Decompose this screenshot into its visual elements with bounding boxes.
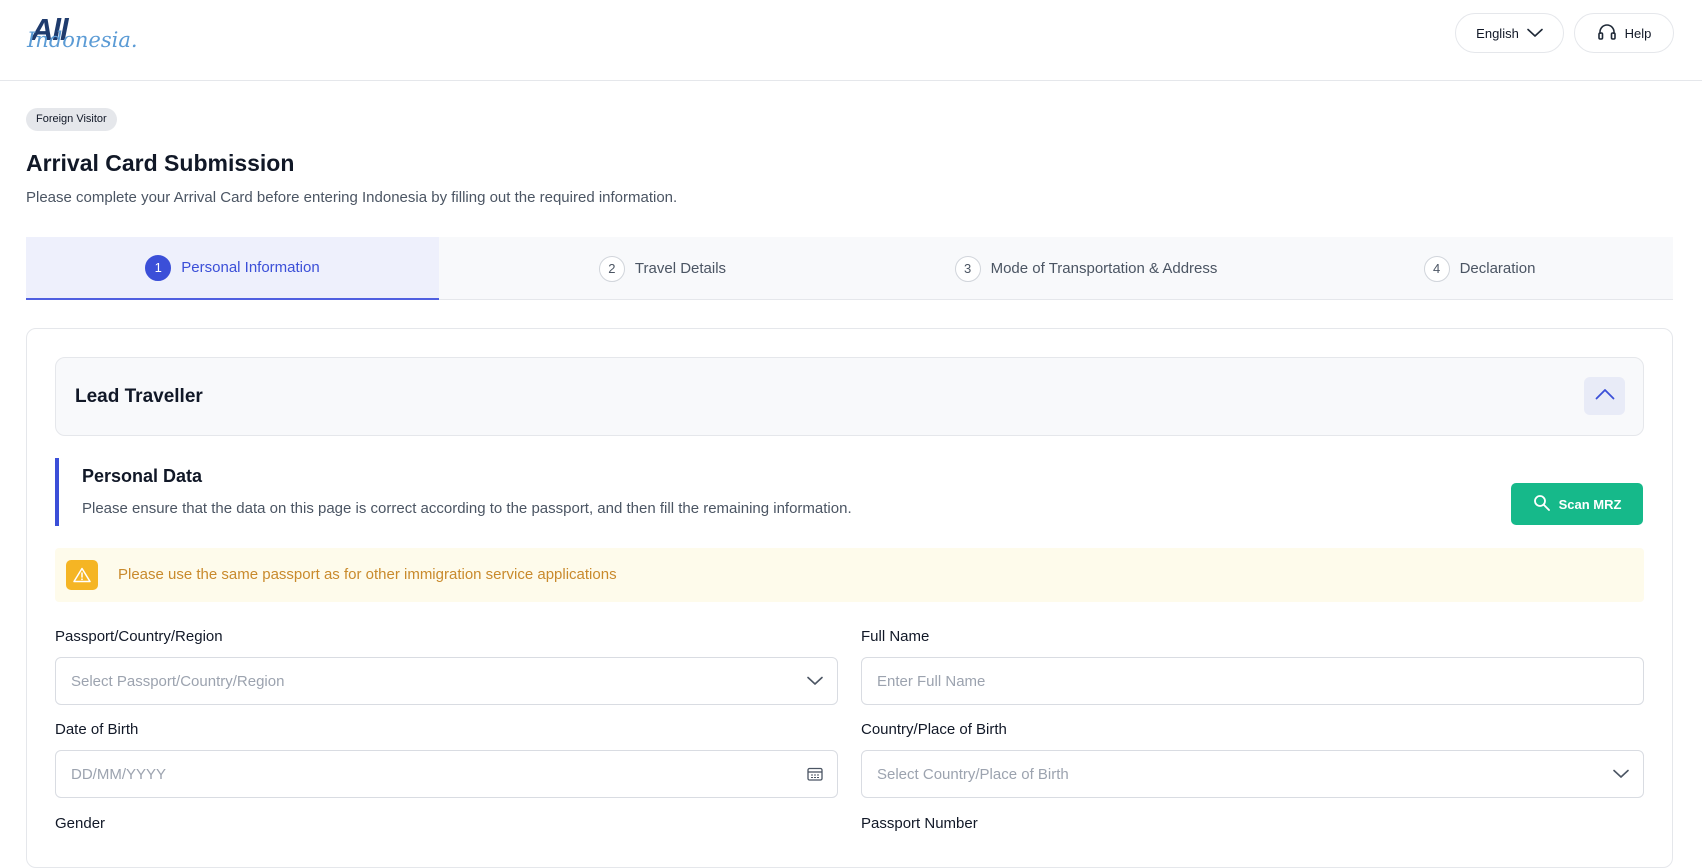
step-label: Personal Information [181,259,320,276]
full-name-placeholder: Enter Full Name [877,672,986,690]
chevron-down-icon [1613,769,1629,779]
step-number: 4 [1423,255,1450,282]
help-button[interactable]: Help [1574,13,1674,53]
scan-mrz-button[interactable]: Scan MRZ [1511,483,1643,525]
warning-icon [66,560,98,590]
passport-country-label: Passport/Country/Region [55,628,223,645]
step-personal-information[interactable]: 1 Personal Information [26,237,439,300]
scan-mrz-label: Scan MRZ [1558,496,1622,512]
visitor-type-badge: Foreign Visitor [26,108,117,131]
search-icon [1533,494,1551,515]
passport-number-label: Passport Number [861,815,978,832]
logo-secondary: Indonesia. [27,28,138,52]
passport-country-placeholder: Select Passport/Country/Region [71,672,285,690]
language-selector[interactable]: English [1455,13,1564,53]
gender-label: Gender [55,815,106,832]
full-name-input[interactable]: Enter Full Name [861,657,1644,705]
page-title: Arrival Card Submission [26,150,295,176]
alert-message: Please use the same passport as for othe… [118,566,617,583]
help-label: Help [1624,25,1652,41]
step-number: 2 [598,255,625,282]
step-travel-details[interactable]: 2 Travel Details [439,237,886,300]
lead-traveller-accordion[interactable]: Lead Traveller [55,357,1644,436]
full-name-label: Full Name [861,628,930,645]
language-label: English [1476,25,1519,41]
place-of-birth-select[interactable]: Select Country/Place of Birth [861,750,1644,798]
step-label: Declaration [1459,260,1536,277]
headset-icon [1597,23,1617,44]
personal-data-section: Personal Data Please ensure that the dat… [55,458,1644,526]
accordion-title: Lead Traveller [75,386,203,407]
chevron-down-icon [1527,26,1543,41]
calendar-icon[interactable] [807,767,823,781]
chevron-down-icon [807,676,823,686]
step-transportation-address[interactable]: 3 Mode of Transportation & Address [886,237,1286,300]
date-of-birth-label: Date of Birth [55,721,139,738]
step-number: 1 [145,254,172,281]
place-of-birth-label: Country/Place of Birth [861,721,1007,738]
chevron-up-icon [1595,387,1615,405]
top-bar: All Indonesia. English Help [0,0,1702,81]
step-label: Travel Details [634,260,727,277]
place-of-birth-placeholder: Select Country/Place of Birth [877,765,1069,783]
step-number: 3 [954,255,981,282]
page-subtitle: Please complete your Arrival Card before… [26,189,678,206]
section-title: Personal Data [82,466,203,486]
date-of-birth-input[interactable]: DD/MM/YYYY [55,750,838,798]
form-stepper: 1 Personal Information 2 Travel Details … [26,237,1673,300]
collapse-toggle-button[interactable] [1584,377,1625,415]
step-label: Mode of Transportation & Address [990,260,1218,277]
step-declaration[interactable]: 4 Declaration [1286,237,1673,300]
passport-country-select[interactable]: Select Passport/Country/Region [55,657,838,705]
all-indonesia-logo[interactable]: All Indonesia. [27,12,138,56]
passport-warning-alert: Please use the same passport as for othe… [55,548,1644,602]
section-description: Please ensure that the data on this page… [82,500,852,517]
date-of-birth-placeholder: DD/MM/YYYY [71,765,167,783]
